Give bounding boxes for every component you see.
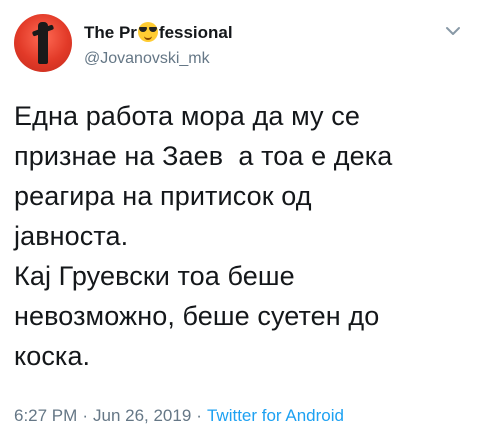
emoji-mouth [143,35,152,40]
tweet-time[interactable]: 6:27 PM [14,406,77,425]
meta-separator: · [196,406,202,425]
tweet-text: Една работа мора да му се признае на Зае… [14,101,393,371]
tweet-card: The Pr fessional @Jovanovski_mk Една рабо… [0,0,480,444]
display-name[interactable]: The Pr fessional [84,22,233,44]
tweet-header: The Pr fessional @Jovanovski_mk [12,10,468,80]
user-handle[interactable]: @Jovanovski_mk [84,48,233,70]
tweet-date[interactable]: Jun 26, 2019 [93,406,191,425]
chevron-down-icon[interactable] [444,24,462,38]
display-name-part-2: fessional [158,23,233,42]
meta-separator: · [82,406,88,425]
tweet-meta: 6:27 PM · Jun 26, 2019 · Twitter for Android [14,404,344,428]
tweet-source-link[interactable]: Twitter for Android [207,406,344,425]
user-names: The Pr fessional @Jovanovski_mk [84,22,233,70]
display-name-part-1: The Pr [84,23,137,42]
sunglasses-emoji-icon [137,22,158,42]
avatar[interactable] [14,14,72,72]
